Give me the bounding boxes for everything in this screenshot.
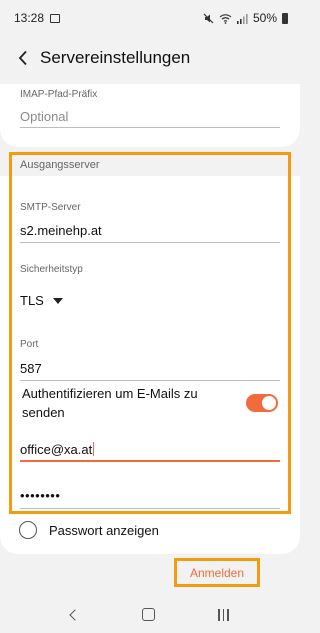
- port-field: Port 587: [20, 334, 280, 381]
- password-input[interactable]: ••••••••: [20, 480, 280, 509]
- nav-back-icon[interactable]: [69, 608, 82, 621]
- smtp-server-input[interactable]: s2.meinehp.at: [20, 215, 280, 243]
- port-value: 587: [20, 361, 42, 376]
- back-button[interactable]: [0, 36, 40, 80]
- nav-home-icon[interactable]: [142, 608, 156, 621]
- section-header-outgoing: Ausgangsserver: [10, 154, 290, 176]
- show-password-label: Passwort anzeigen: [49, 522, 159, 538]
- imap-prefix-label: IMAP-Pfad-Präfix: [20, 89, 98, 100]
- password-masked-value: ••••••••: [20, 488, 61, 503]
- imap-prefix-placeholder: Optional: [20, 109, 69, 124]
- smtp-server-field: SMTP-Server s2.meinehp.at: [20, 197, 280, 243]
- nav-recent-apps-icon[interactable]: [218, 608, 229, 621]
- status-time: 13:28: [14, 11, 45, 25]
- smtp-server-value: s2.meinehp.at: [20, 223, 102, 238]
- security-type-field: Sicherheitstyp TLS: [20, 259, 280, 308]
- login-button[interactable]: Anmelden: [174, 558, 260, 587]
- port-label: Port: [20, 339, 39, 350]
- app-bar: Servereinstellungen: [0, 36, 300, 80]
- username-value: office@xa.at: [20, 442, 93, 457]
- port-input[interactable]: 587: [20, 352, 280, 381]
- signal-icon: [236, 13, 248, 24]
- authentication-row: Authentifizieren um E-Mails zu senden: [22, 384, 278, 422]
- navigation-bar: [0, 596, 300, 633]
- authentication-toggle[interactable]: [246, 394, 278, 412]
- gallery-icon: [50, 13, 61, 23]
- dropdown-arrow-icon: [52, 297, 63, 304]
- battery-icon: [282, 12, 288, 24]
- username-input[interactable]: office@xa.at: [20, 436, 280, 462]
- show-password-option[interactable]: Passwort anzeigen: [19, 521, 159, 539]
- toggle-knob: [262, 396, 276, 410]
- text-cursor: [93, 442, 95, 456]
- wifi-icon: [219, 13, 232, 24]
- authentication-label: Authentifizieren um E-Mails zu senden: [22, 386, 198, 420]
- status-icons: 50%: [203, 11, 288, 25]
- page-title: Servereinstellungen: [40, 48, 191, 67]
- incoming-settings-card: IMAP-Pfad-Präfix Optional: [0, 84, 300, 147]
- security-type-label: Sicherheitstyp: [20, 264, 83, 275]
- battery-percentage: 50%: [252, 11, 277, 25]
- security-type-value: TLS: [20, 293, 44, 308]
- imap-prefix-input[interactable]: Optional: [20, 100, 280, 128]
- chevron-left-icon: [18, 50, 27, 66]
- mute-icon: [203, 13, 214, 23]
- smtp-server-label: SMTP-Server: [20, 202, 81, 213]
- show-password-checkbox[interactable]: [19, 521, 37, 539]
- security-type-dropdown[interactable]: TLS: [20, 293, 280, 308]
- status-bar: 13:28 50%: [0, 0, 300, 36]
